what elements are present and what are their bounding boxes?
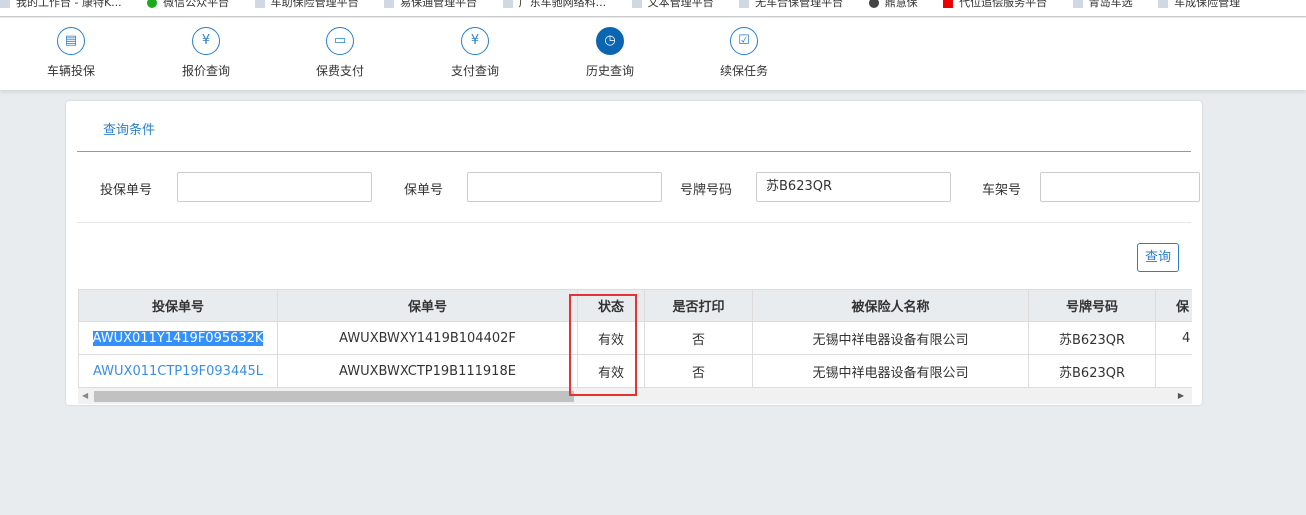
plate-no-label: 号牌号码 bbox=[680, 183, 733, 198]
cell-insured-name: 无锡中祥电器设备有限公司 bbox=[752, 354, 1029, 388]
cell-printed: 否 bbox=[644, 321, 753, 355]
bookmark[interactable]: 易保通管理平台 bbox=[384, 0, 477, 8]
document-check-icon: ▤ bbox=[57, 27, 85, 55]
cell-premium bbox=[1155, 354, 1192, 388]
proposal-no-input[interactable] bbox=[177, 172, 372, 202]
cell-proposal-no: AWUX011Y1419F095632K bbox=[78, 321, 278, 355]
clock-icon: ◷ bbox=[596, 27, 624, 55]
scroll-left-icon[interactable]: ◀ bbox=[82, 391, 88, 400]
cell-plate-no: 苏B623QR bbox=[1028, 354, 1156, 388]
bookmarks-bar: 我的工作台 - 康特K... 微信公众平台 车助保险管理平台 易保通管理平台 广… bbox=[0, 0, 1306, 17]
vin-label: 车架号 bbox=[982, 183, 1022, 198]
bookmark-icon bbox=[868, 0, 879, 8]
bookmark-icon bbox=[1158, 0, 1169, 8]
scroll-right-icon[interactable]: ▶ bbox=[1178, 391, 1184, 400]
nav-label: 报价查询 bbox=[181, 64, 230, 78]
calendar-check-icon: ☑ bbox=[730, 27, 758, 55]
cell-policy-no: AWUXBWXY1419B104402F bbox=[277, 321, 578, 355]
policy-no-label: 保单号 bbox=[404, 183, 444, 198]
nav-label: 保费支付 bbox=[315, 64, 364, 78]
nav-quote-query[interactable]: ¥ 报价查询 bbox=[161, 27, 251, 79]
bookmark-icon bbox=[739, 0, 750, 8]
nav-premium-pay[interactable]: ▭ 保费支付 bbox=[295, 27, 385, 79]
bookmark-icon bbox=[502, 0, 513, 8]
cell-policy-no: AWUXBWXCTP19B111918E bbox=[277, 354, 578, 388]
yen-search-icon: ¥ bbox=[461, 27, 489, 55]
nav-payment-query[interactable]: ¥ 支付查询 bbox=[430, 27, 520, 79]
cell-insured-name: 无锡中祥电器设备有限公司 bbox=[752, 321, 1029, 355]
cell-plate-no: 苏B623QR bbox=[1028, 321, 1156, 355]
bookmark[interactable]: 无车合保管理平台 bbox=[739, 0, 843, 8]
nav-label: 续保任务 bbox=[719, 64, 768, 78]
bookmark-icon bbox=[0, 0, 10, 8]
bookmark-icon bbox=[943, 0, 954, 8]
clipboard-yen-icon: ¥ bbox=[192, 27, 220, 55]
header-insured-name: 被保险人名称 bbox=[752, 289, 1029, 322]
nav-vehicle-insure[interactable]: ▤ 车辆投保 bbox=[26, 27, 116, 79]
vin-input[interactable] bbox=[1040, 172, 1200, 202]
bookmark[interactable]: 车成保险管理 bbox=[1158, 0, 1240, 8]
bookmark[interactable]: 青岛车选 bbox=[1072, 0, 1133, 8]
header-plate-no: 号牌号码 bbox=[1028, 289, 1156, 322]
bookmark[interactable]: 代位追偿服务平台 bbox=[943, 0, 1047, 8]
bookmark-icon bbox=[254, 0, 265, 8]
divider bbox=[77, 151, 1191, 152]
header-printed: 是否打印 bbox=[644, 289, 753, 322]
scrollbar-thumb[interactable] bbox=[94, 391, 574, 402]
header-policy-no: 保单号 bbox=[277, 289, 578, 322]
cell-premium: 4 bbox=[1155, 321, 1192, 355]
bookmark[interactable]: 文本管理平台 bbox=[631, 0, 714, 8]
status-column-highlight-box bbox=[569, 294, 637, 396]
header-premium: 保 bbox=[1155, 289, 1192, 322]
bookmark-icon bbox=[384, 0, 395, 8]
bookmark[interactable]: 广东车驰网络科... bbox=[502, 0, 606, 8]
bookmark-icon bbox=[631, 0, 642, 8]
tab-query-conditions[interactable]: 查询条件 bbox=[103, 119, 155, 138]
proposal-link[interactable]: AWUX011Y1419F095632K bbox=[92, 330, 264, 346]
policy-no-input[interactable] bbox=[467, 172, 662, 202]
cell-printed: 否 bbox=[644, 354, 753, 388]
bookmark[interactable]: 鼎慧保 bbox=[868, 0, 918, 8]
nav-label: 支付查询 bbox=[450, 64, 499, 78]
nav-history-query[interactable]: ◷ 历史查询 bbox=[565, 27, 655, 79]
nav-label: 车辆投保 bbox=[46, 64, 95, 78]
card-icon: ▭ bbox=[326, 27, 354, 55]
bookmark-icon bbox=[1072, 0, 1083, 8]
top-nav: ▤ 车辆投保 ¥ 报价查询 ▭ 保费支付 ¥ 支付查询 ◷ 历史查询 ☑ 续保任务 bbox=[0, 18, 1306, 90]
bookmark[interactable]: 我的工作台 - 康特K... bbox=[0, 0, 122, 8]
plate-no-input[interactable]: 苏B623QR bbox=[756, 172, 951, 202]
nav-renewal-task[interactable]: ☑ 续保任务 bbox=[699, 27, 789, 79]
query-button[interactable]: 查询 bbox=[1137, 243, 1179, 272]
bookmark[interactable]: 车助保险管理平台 bbox=[254, 0, 359, 8]
nav-label: 历史查询 bbox=[585, 64, 634, 78]
bookmark-icon bbox=[147, 0, 158, 8]
divider bbox=[77, 222, 1191, 223]
cell-proposal-no: AWUX011CTP19F093445L bbox=[78, 354, 278, 388]
proposal-link[interactable]: AWUX011CTP19F093445L bbox=[93, 364, 263, 379]
proposal-no-label: 投保单号 bbox=[100, 183, 153, 198]
header-proposal-no: 投保单号 bbox=[78, 289, 278, 322]
bookmark[interactable]: 微信公众平台 bbox=[147, 0, 229, 8]
